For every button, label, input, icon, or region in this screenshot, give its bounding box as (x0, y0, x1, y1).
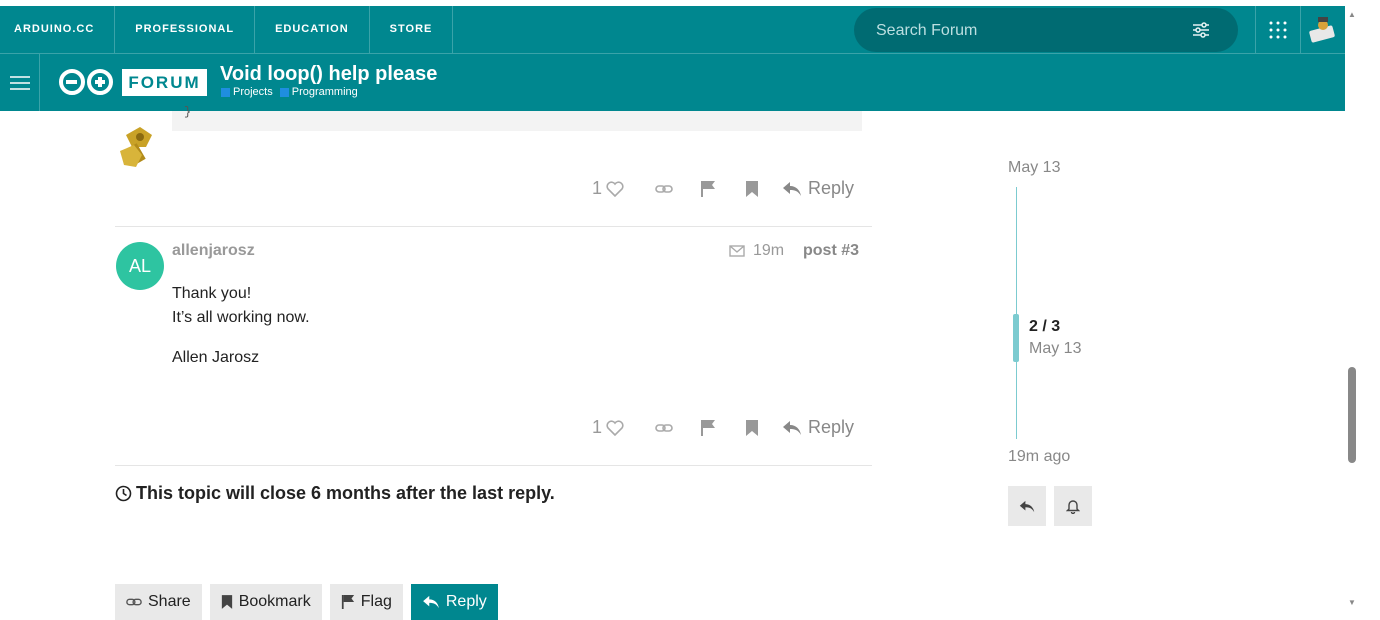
code-text: } (184, 105, 192, 119)
post-number[interactable]: post #3 (803, 242, 859, 260)
category-color-swatch (221, 87, 230, 97)
link-icon (126, 598, 142, 606)
flag-icon[interactable] (686, 180, 730, 198)
post-actions: 1 Reply (592, 417, 854, 438)
post-divider (115, 226, 872, 227)
category-projects[interactable]: Projects (221, 86, 273, 98)
top-navbar: ARDUINO.CC PROFESSIONAL EDUCATION STORE (0, 6, 1345, 54)
search-box (854, 8, 1238, 54)
timeline-start-date[interactable]: May 13 (1008, 159, 1060, 177)
timeline-handle[interactable] (1013, 314, 1019, 362)
search-input[interactable] (874, 8, 1178, 54)
category-label: Programming (291, 86, 358, 98)
reply-topic-button[interactable]: Reply (410, 584, 498, 620)
like-count: 1 (592, 178, 603, 198)
share-button[interactable]: Share (115, 584, 202, 620)
timeline-position: 2 / 3 (1029, 318, 1061, 335)
post-username[interactable]: allenjarosz (172, 242, 255, 260)
bell-icon (1066, 500, 1080, 514)
post-body-line: It’s all working now. (172, 309, 310, 326)
flag-button[interactable]: Flag (329, 584, 403, 620)
timeline-reply-button[interactable] (1008, 486, 1046, 526)
close-notice-text: This topic will close 6 months after the… (136, 483, 555, 503)
topic-categories: Projects Programming (221, 86, 358, 98)
link-icon[interactable] (642, 422, 686, 434)
reply-label: Reply (808, 178, 855, 198)
flag-label: Flag (360, 593, 392, 610)
scroll-up-arrow-icon[interactable]: ▲ (1348, 10, 1356, 19)
topic-close-notice: This topic will close 6 months after the… (115, 483, 555, 504)
hamburger-menu-icon[interactable] (0, 54, 40, 111)
reply-arrow-icon (783, 420, 801, 435)
topic-footer-buttons: Share Bookmark Flag Reply (115, 584, 498, 620)
flag-icon[interactable] (686, 419, 730, 437)
timeline-position-date: May 13 (1029, 340, 1082, 357)
topic-title[interactable]: Void loop() help please (220, 63, 437, 86)
reply-button[interactable]: Reply (782, 417, 854, 438)
reply-button[interactable]: Reply (782, 178, 854, 199)
like-control[interactable]: 1 (592, 178, 642, 199)
filter-options-icon[interactable] (1192, 22, 1210, 43)
post-divider (115, 465, 872, 466)
scroll-down-arrow-icon[interactable]: ▼ (1348, 598, 1356, 607)
timeline-track[interactable] (1016, 187, 1017, 439)
post-meta: 19m (729, 242, 784, 260)
nav-professional[interactable]: PROFESSIONAL (115, 6, 256, 53)
category-programming[interactable]: Programming (279, 86, 358, 98)
bookmark-icon (221, 595, 232, 609)
bookmark-icon[interactable] (730, 419, 774, 437)
link-icon[interactable] (642, 183, 686, 195)
page-scrollbar[interactable] (1345, 0, 1360, 620)
clock-icon (115, 485, 132, 502)
timeline-end[interactable]: 19m ago (1008, 448, 1070, 466)
category-color-swatch (279, 87, 289, 97)
reply-arrow-icon (422, 595, 439, 609)
post-age[interactable]: 19m (753, 242, 784, 260)
arduino-logo-icon[interactable] (58, 68, 114, 101)
reply-label: Reply (808, 417, 855, 437)
topic-header: FORUM Void loop() help please Projects P… (0, 54, 1345, 111)
scrollbar-thumb[interactable] (1348, 367, 1356, 463)
user-avatar[interactable] (1306, 14, 1338, 46)
bookmark-icon[interactable] (730, 180, 774, 198)
like-control[interactable]: 1 (592, 417, 642, 438)
share-label: Share (148, 593, 191, 610)
post-actions: 1 Reply (592, 178, 854, 199)
heart-icon (606, 180, 624, 197)
top-nav-links: ARDUINO.CC PROFESSIONAL EDUCATION STORE (0, 6, 454, 53)
category-label: Projects (233, 86, 273, 98)
nav-arduino-cc[interactable]: ARDUINO.CC (0, 6, 116, 53)
apps-grid-icon[interactable] (1255, 6, 1301, 53)
post-signature: Allen Jarosz (172, 349, 260, 366)
post-body-line: Thank you! (172, 285, 252, 302)
reply-arrow-icon (783, 181, 801, 196)
avatar[interactable]: AL (116, 242, 164, 290)
bookmark-button[interactable]: Bookmark (209, 584, 322, 620)
bookmark-label: Bookmark (238, 593, 311, 610)
reply-topic-label: Reply (445, 593, 487, 610)
code-block: } (172, 105, 862, 131)
nav-store[interactable]: STORE (370, 6, 454, 53)
flag-icon (341, 595, 354, 609)
forum-badge[interactable]: FORUM (122, 69, 207, 96)
like-count: 1 (592, 417, 603, 437)
nav-education[interactable]: EDUCATION (255, 6, 370, 53)
notification-bell-button[interactable] (1054, 486, 1092, 526)
poster-avatar[interactable] (116, 121, 164, 176)
envelope-icon[interactable] (729, 245, 745, 257)
reply-arrow-icon (1019, 500, 1035, 512)
heart-icon (606, 419, 624, 436)
